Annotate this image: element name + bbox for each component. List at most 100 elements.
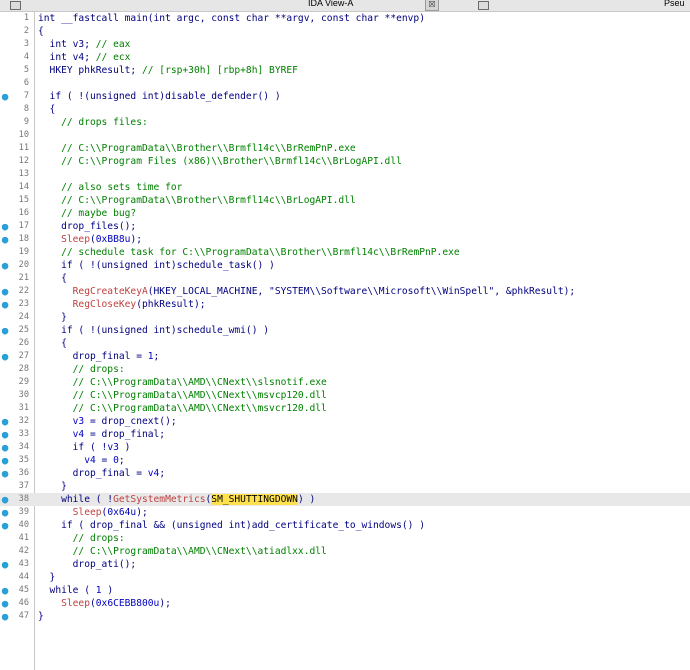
breakpoint-dot-icon[interactable]: ● bbox=[1, 233, 9, 246]
code-line[interactable]: ● 27 drop_final = 1; bbox=[0, 350, 690, 363]
code-line[interactable]: 30 // C:\\ProgramData\\AMD\\CNext\\msvcp… bbox=[0, 389, 690, 402]
code-line[interactable]: 4 int v4; // ecx bbox=[0, 51, 690, 64]
breakpoint-dot-icon[interactable]: ● bbox=[1, 298, 9, 311]
code-line[interactable]: 42 // C:\\ProgramData\\AMD\\CNext\\atiad… bbox=[0, 545, 690, 558]
code-text: if ( !v3 ) bbox=[38, 441, 131, 454]
code-line[interactable]: ● 36 drop_final = v4; bbox=[0, 467, 690, 480]
code-line[interactable]: 31 // C:\\ProgramData\\AMD\\CNext\\msvcr… bbox=[0, 402, 690, 415]
code-line[interactable]: ● 32 v3 = drop_cnext(); bbox=[0, 415, 690, 428]
code-text: } bbox=[38, 610, 44, 623]
code-line[interactable]: ● 34 if ( !v3 ) bbox=[0, 441, 690, 454]
code-token: ; bbox=[159, 468, 166, 479]
code-line[interactable]: ● 25 if ( !(unsigned int)schedule_wmi() ) bbox=[0, 324, 690, 337]
code-line[interactable]: 12 // C:\\Program Files (x86)\\Brother\\… bbox=[0, 155, 690, 168]
code-line[interactable]: ● 33 v4 = drop_final; bbox=[0, 428, 690, 441]
breakpoint-dot-icon[interactable]: ● bbox=[1, 324, 9, 337]
code-token: 0xBB8u bbox=[95, 234, 131, 245]
breakpoint-dot-icon[interactable]: ● bbox=[1, 519, 9, 532]
line-number: 45 bbox=[18, 585, 29, 595]
code-line[interactable]: ● 20 if ( !(unsigned int)schedule_task() … bbox=[0, 259, 690, 272]
code-text: if ( drop_final && (unsigned int)add_cer… bbox=[38, 519, 425, 532]
breakpoint-dot-icon[interactable]: ● bbox=[1, 220, 9, 233]
code-line[interactable]: ● 46 Sleep(0x6CEBB800u); bbox=[0, 597, 690, 610]
breakpoint-dot-icon[interactable]: ● bbox=[1, 584, 9, 597]
breakpoint-dot-icon[interactable]: ● bbox=[1, 597, 9, 610]
code-line[interactable]: 19 // schedule task for C:\\ProgramData\… bbox=[0, 246, 690, 259]
line-number: 32 bbox=[18, 416, 29, 426]
code-line[interactable]: ● 47} bbox=[0, 610, 690, 623]
code-line[interactable]: 6 bbox=[0, 77, 690, 90]
line-number: 46 bbox=[18, 598, 29, 608]
code-token: "SYSTEM\\Software\\Microsoft\\WinSpell" bbox=[269, 286, 495, 297]
breakpoint-dot-icon[interactable]: ● bbox=[1, 506, 9, 519]
breakpoint-dot-icon[interactable]: ● bbox=[1, 90, 9, 103]
code-token: } bbox=[38, 572, 56, 583]
code-line[interactable]: 15 // C:\\ProgramData\\Brother\\Brmfl14c… bbox=[0, 194, 690, 207]
tab-ida-view-a[interactable]: IDA View-A bbox=[308, 0, 353, 9]
tab-pseudocode[interactable]: Pseu bbox=[664, 0, 685, 9]
code-line[interactable]: 11 // C:\\ProgramData\\Brother\\Brmfl14c… bbox=[0, 142, 690, 155]
code-line[interactable]: 2{ bbox=[0, 25, 690, 38]
code-line[interactable]: 5 HKEY phkResult; // [rsp+30h] [rbp+8h] … bbox=[0, 64, 690, 77]
breakpoint-dot-icon[interactable]: ● bbox=[1, 350, 9, 363]
code-line[interactable]: 28 // drops: bbox=[0, 363, 690, 376]
code-line[interactable]: ● 23 RegCloseKey(phkResult); bbox=[0, 298, 690, 311]
code-line[interactable]: 9 // drops files: bbox=[0, 116, 690, 129]
code-line[interactable]: 37 } bbox=[0, 480, 690, 493]
code-line[interactable]: 14 // also sets time for bbox=[0, 181, 690, 194]
code-line[interactable]: 44 } bbox=[0, 571, 690, 584]
code-line[interactable]: 16 // maybe bug? bbox=[0, 207, 690, 220]
code-line[interactable]: ● 40 if ( drop_final && (unsigned int)add… bbox=[0, 519, 690, 532]
code-line[interactable]: 1 int __fastcall main(int argc, const cha… bbox=[0, 12, 690, 25]
breakpoint-dot-icon[interactable]: ● bbox=[1, 610, 9, 623]
code-line[interactable]: ● 38 while ( !GetSystemMetrics(SM_SHUTTIN… bbox=[0, 493, 690, 506]
breakpoint-dot-icon[interactable]: ● bbox=[1, 428, 9, 441]
breakpoint-dot-icon[interactable]: ● bbox=[1, 558, 9, 571]
code-line[interactable]: 24 } bbox=[0, 311, 690, 324]
line-number: 34 bbox=[18, 442, 29, 452]
code-token: { bbox=[38, 273, 67, 284]
line-number: 5 bbox=[23, 65, 29, 75]
breakpoint-dot-icon[interactable]: ● bbox=[1, 285, 9, 298]
code-token: // C:\\ProgramData\\AMD\\CNext\\atiadlxx… bbox=[72, 546, 327, 557]
code-line[interactable]: ● 35 v4 = 0; bbox=[0, 454, 690, 467]
breakpoint-dot-icon[interactable]: ● bbox=[1, 259, 9, 272]
code-line[interactable]: 10 bbox=[0, 129, 690, 142]
code-line[interactable]: 8 { bbox=[0, 103, 690, 116]
code-line[interactable]: ● 43 drop_ati(); bbox=[0, 558, 690, 571]
pseudocode-view[interactable]: 1 int __fastcall main(int argc, const cha… bbox=[0, 12, 690, 670]
code-line[interactable]: 21 { bbox=[0, 272, 690, 285]
code-token: , &phkResult); bbox=[494, 286, 576, 297]
breakpoint-dot-icon[interactable]: ● bbox=[1, 493, 9, 506]
code-line[interactable]: ● 45 while ( 1 ) bbox=[0, 584, 690, 597]
code-line[interactable]: ● 22 RegCreateKeyA(HKEY_LOCAL_MACHINE, "S… bbox=[0, 285, 690, 298]
code-line[interactable]: 26 { bbox=[0, 337, 690, 350]
code-line[interactable]: ● 7 if ( !(unsigned int)disable_defender(… bbox=[0, 90, 690, 103]
code-token: // schedule task for C:\\ProgramData\\Br… bbox=[61, 247, 460, 258]
code-line[interactable]: 13 bbox=[0, 168, 690, 181]
code-line[interactable]: ● 18 Sleep(0xBB8u); bbox=[0, 233, 690, 246]
code-line[interactable]: ● 17 drop_files(); bbox=[0, 220, 690, 233]
line-number: 13 bbox=[18, 169, 29, 179]
breakpoint-dot-icon[interactable]: ● bbox=[1, 454, 9, 467]
close-icon[interactable]: ☒ bbox=[425, 0, 439, 11]
code-token: int __fastcall main(int argc, const char… bbox=[38, 13, 425, 24]
code-text: int __fastcall main(int argc, const char… bbox=[38, 12, 425, 25]
breakpoint-dot-icon[interactable]: ● bbox=[1, 467, 9, 480]
breakpoint-dot-icon[interactable]: ● bbox=[1, 415, 9, 428]
code-line[interactable]: 41 // drops: bbox=[0, 532, 690, 545]
code-line[interactable]: 29 // C:\\ProgramData\\AMD\\CNext\\slsno… bbox=[0, 376, 690, 389]
breakpoint-dot-icon[interactable]: ● bbox=[1, 441, 9, 454]
code-text: // C:\\ProgramData\\AMD\\CNext\\slsnotif… bbox=[38, 376, 327, 389]
code-text: // C:\\ProgramData\\Brother\\Brmfl14c\\B… bbox=[38, 194, 356, 207]
code-line[interactable]: ● 39 Sleep(0x64u); bbox=[0, 506, 690, 519]
code-token: = drop_final; bbox=[84, 429, 166, 440]
code-line[interactable]: 3 int v3; // eax bbox=[0, 38, 690, 51]
line-number: 25 bbox=[18, 325, 29, 335]
